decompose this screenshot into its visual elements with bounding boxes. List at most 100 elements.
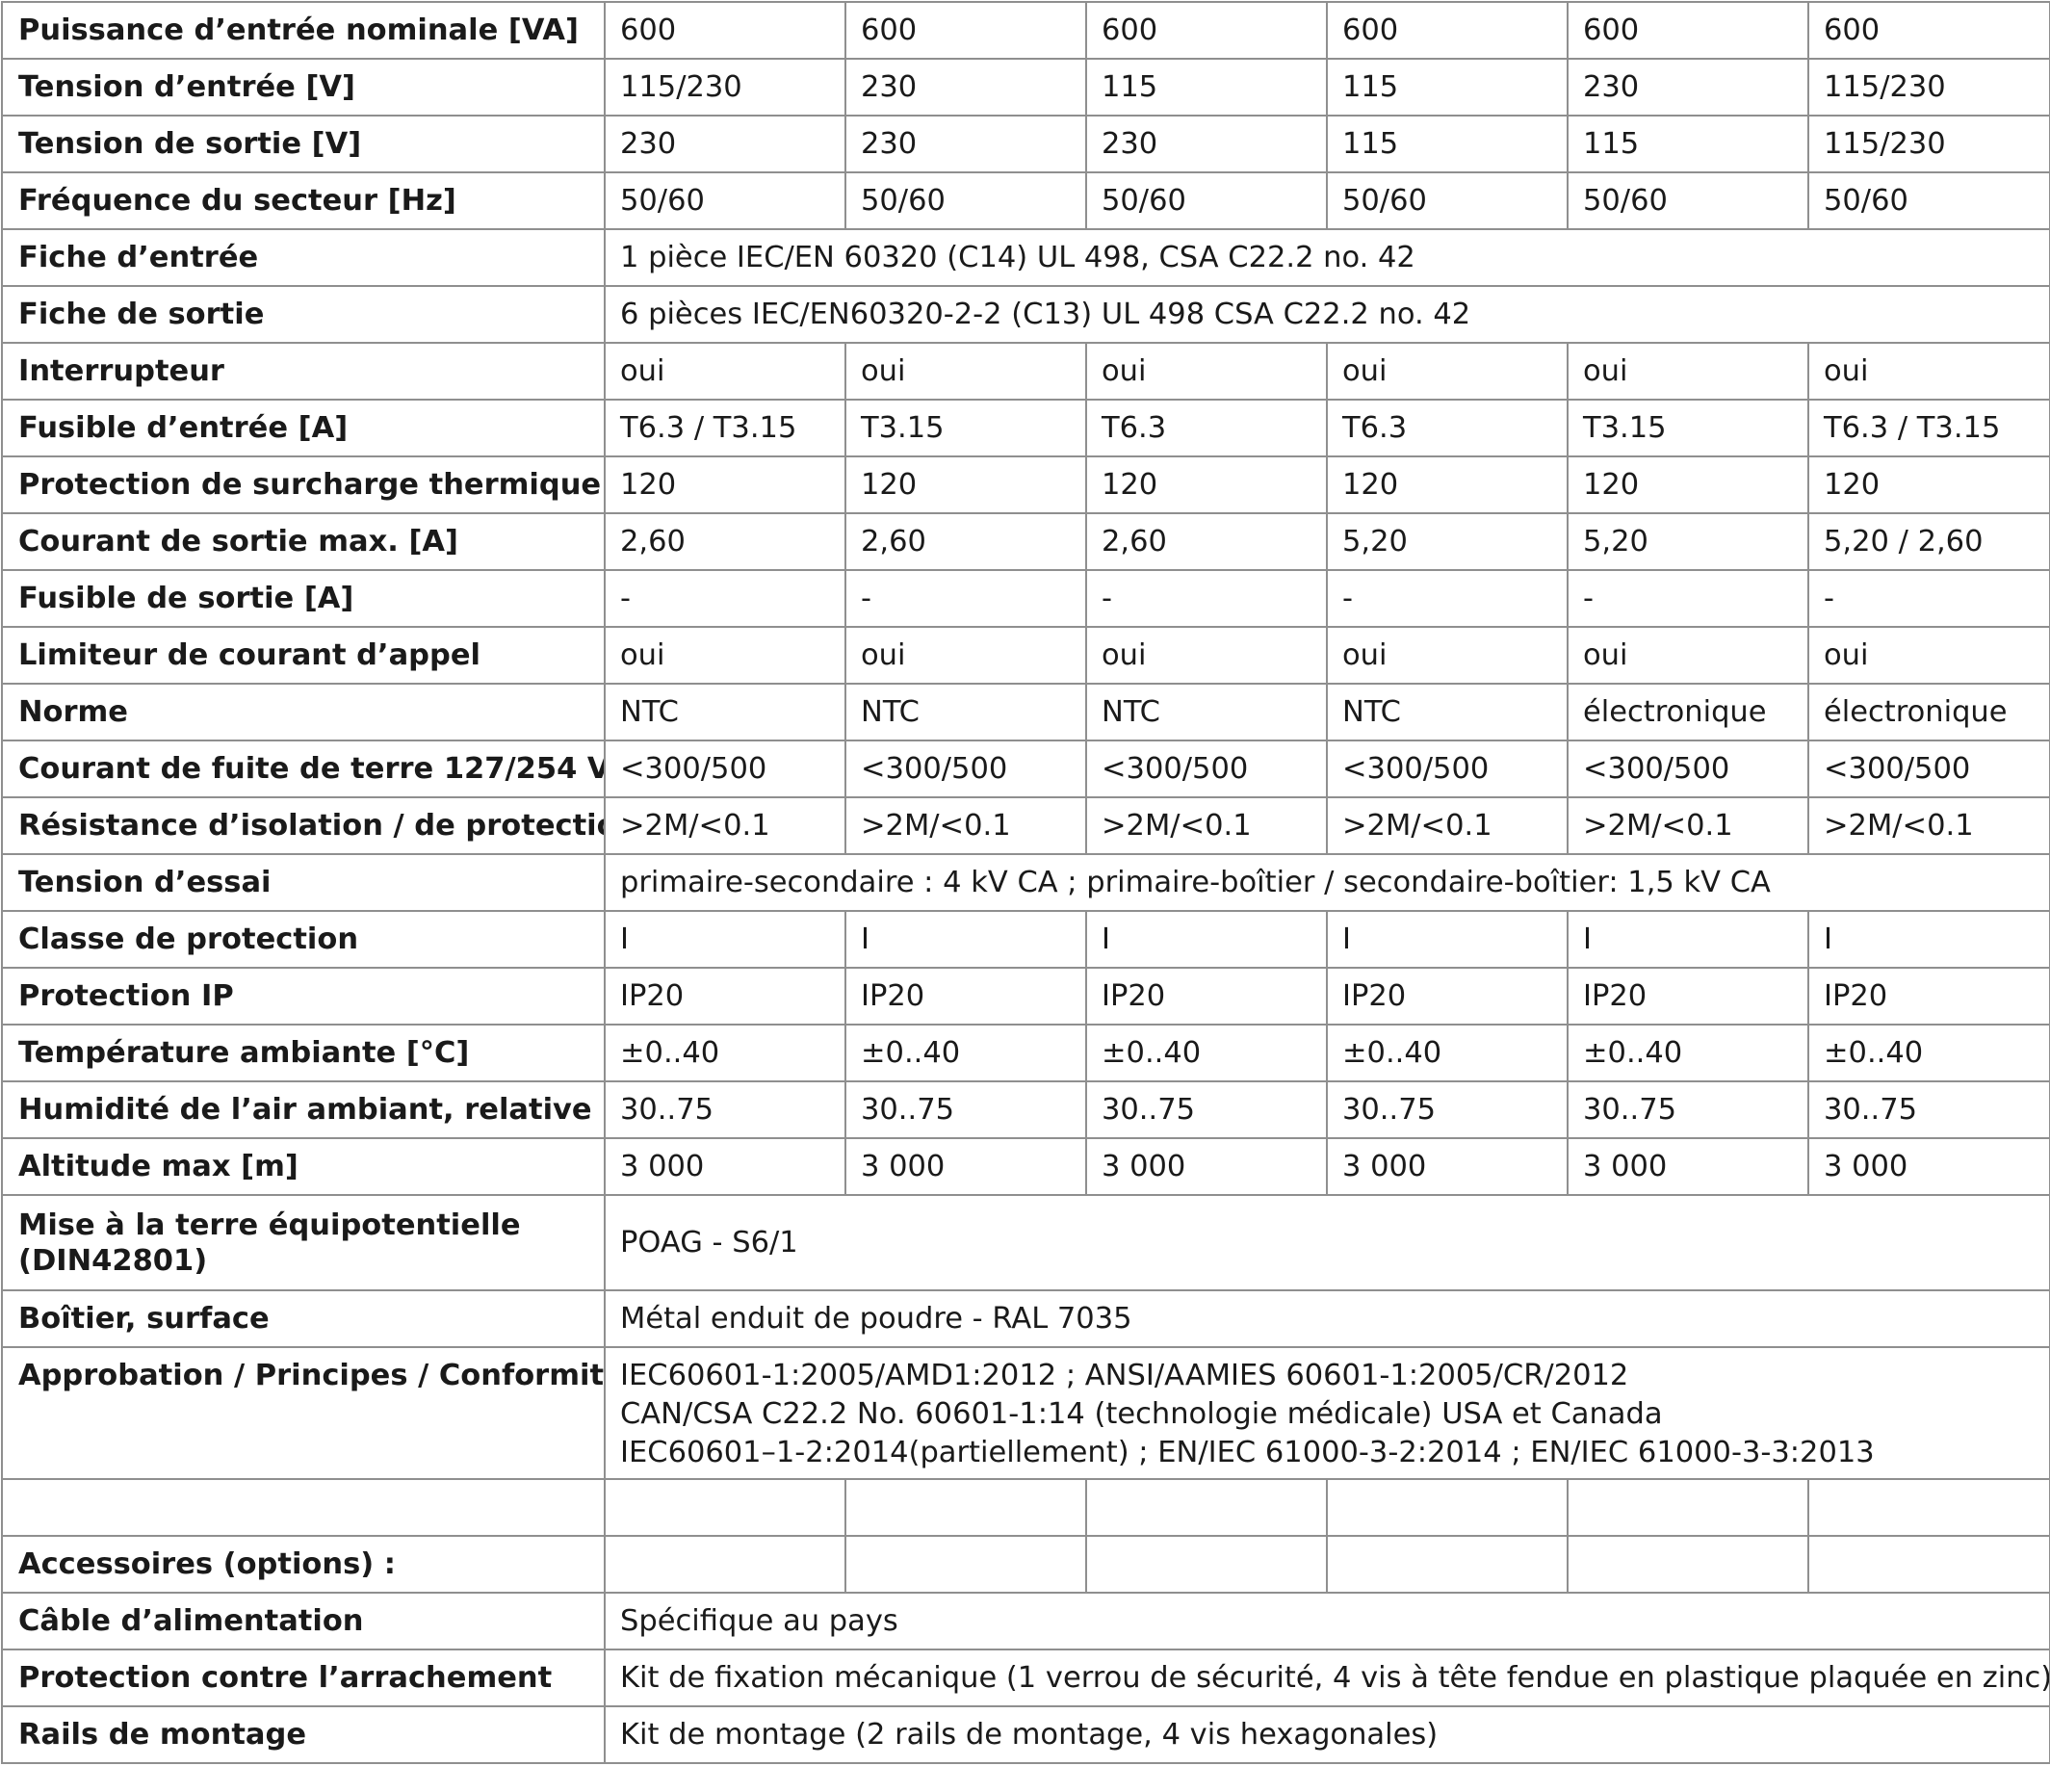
- table-cell: 120: [1326, 455, 1569, 514]
- table-cell: 230: [1567, 58, 1809, 117]
- table-cell-merged: Kit de fixation mécanique (1 verrou de s…: [604, 1649, 2050, 1707]
- table-cell: 120: [1567, 455, 1809, 514]
- table-cell: NTC: [604, 683, 846, 741]
- row-label: Fusible de sortie [A]: [1, 569, 606, 628]
- table-row: Protection contre l’arrachement Kit de f…: [1, 1649, 2050, 1707]
- row-label: [1, 1478, 606, 1537]
- table-cell: T6.3: [1326, 399, 1569, 457]
- table-cell: ±0..40: [1326, 1024, 1569, 1082]
- table-cell: [844, 1535, 1087, 1594]
- table-cell: électronique: [1567, 683, 1809, 741]
- table-cell: oui: [1326, 626, 1569, 685]
- row-label: Accessoires (options) :: [1, 1535, 606, 1594]
- row-label: Protection IP: [1, 967, 606, 1026]
- table-cell: >2M/<0.1: [1326, 796, 1569, 855]
- row-label: Tension de sortie [V]: [1, 115, 606, 173]
- table-cell: électronique: [1807, 683, 2050, 741]
- row-label: Fiche d’entrée: [1, 228, 606, 287]
- approval-line: IEC60601–1-2:2014(partiellement) ; EN/IE…: [620, 1436, 1875, 1469]
- row-label: Courant de fuite de terre 127/254 V [µA]: [1, 740, 606, 798]
- table-cell: [604, 1535, 846, 1594]
- table-cell: 600: [1326, 1, 1569, 60]
- table-cell: I: [604, 910, 846, 969]
- table-cell: 3 000: [604, 1137, 846, 1196]
- table-cell: 5,20: [1567, 512, 1809, 571]
- table-row: Limiteur de courant d’appel oui oui oui …: [1, 626, 2050, 685]
- approval-line: IEC60601-1:2005/AMD1:2012 ; ANSI/AAMIES …: [620, 1359, 1629, 1392]
- table-row: Câble d’alimentation Spécifique au pays: [1, 1592, 2050, 1650]
- table-cell: ±0..40: [1085, 1024, 1328, 1082]
- table-row: Protection de surcharge thermique [°C] 1…: [1, 455, 2050, 514]
- table-cell: 3 000: [1085, 1137, 1328, 1196]
- table-row: Résistance d’isolation / de protection […: [1, 796, 2050, 855]
- table-cell: [1567, 1535, 1809, 1594]
- row-label: Fusible d’entrée [A]: [1, 399, 606, 457]
- row-label: Température ambiante [°C]: [1, 1024, 606, 1082]
- table-cell: [1326, 1535, 1569, 1594]
- table-cell: 30..75: [844, 1080, 1087, 1139]
- table-cell: IP20: [1326, 967, 1569, 1026]
- table-cell: 115/230: [1807, 58, 2050, 117]
- table-cell: [1085, 1478, 1328, 1537]
- table-row: Fusible de sortie [A] - - - - - -: [1, 569, 2050, 628]
- table-cell: <300/500: [844, 740, 1087, 798]
- table-cell: oui: [844, 342, 1087, 401]
- table-row: Humidité de l’air ambiant, relative [%] …: [1, 1080, 2050, 1139]
- table-cell: -: [604, 569, 846, 628]
- row-label: Classe de protection: [1, 910, 606, 969]
- table-cell: >2M/<0.1: [1085, 796, 1328, 855]
- table-cell-merged: POAG - S6/1: [604, 1194, 2050, 1291]
- row-label: Mise à la terre équipotentielle (DIN4280…: [1, 1194, 606, 1291]
- table-cell: oui: [604, 342, 846, 401]
- table-cell: >2M/<0.1: [1567, 796, 1809, 855]
- table-cell: oui: [1085, 626, 1328, 685]
- table-cell: >2M/<0.1: [844, 796, 1087, 855]
- table-cell: I: [1807, 910, 2050, 969]
- table-cell: ±0..40: [1567, 1024, 1809, 1082]
- table-cell: I: [1326, 910, 1569, 969]
- table-cell: <300/500: [604, 740, 846, 798]
- table-cell: oui: [1807, 342, 2050, 401]
- table-cell-merged: IEC60601-1:2005/AMD1:2012 ; ANSI/AAMIES …: [604, 1346, 2050, 1480]
- table-cell: [604, 1478, 846, 1537]
- table-cell: T6.3: [1085, 399, 1328, 457]
- table-cell: 120: [844, 455, 1087, 514]
- specifications-table: Puissance d’entrée nominale [VA] 600 600…: [1, 1, 2050, 1764]
- table-cell: -: [1807, 569, 2050, 628]
- row-label: Tension d’essai: [1, 853, 606, 912]
- table-cell: 230: [844, 58, 1087, 117]
- table-row: Boîtier, surface Métal enduit de poudre …: [1, 1289, 2050, 1348]
- table-cell: IP20: [1085, 967, 1328, 1026]
- table-cell: 5,20: [1326, 512, 1569, 571]
- table-cell: ±0..40: [604, 1024, 846, 1082]
- table-cell: [1807, 1478, 2050, 1537]
- table-cell: oui: [1567, 626, 1809, 685]
- table-cell: 115/230: [1807, 115, 2050, 173]
- table-cell: I: [1085, 910, 1328, 969]
- table-cell: [1326, 1478, 1569, 1537]
- table-row: Tension d’entrée [V] 115/230 230 115 115…: [1, 58, 2050, 117]
- table-cell: 3 000: [1807, 1137, 2050, 1196]
- table-cell: 120: [1085, 455, 1328, 514]
- table-cell: 3 000: [844, 1137, 1087, 1196]
- table-cell-merged: Spécifique au pays: [604, 1592, 2050, 1650]
- table-cell: 3 000: [1567, 1137, 1809, 1196]
- table-row: Tension de sortie [V] 230 230 230 115 11…: [1, 115, 2050, 173]
- table-cell: 115: [1326, 115, 1569, 173]
- table-cell: 3 000: [1326, 1137, 1569, 1196]
- table-cell: [1085, 1535, 1328, 1594]
- table-cell: <300/500: [1807, 740, 2050, 798]
- table-cell: IP20: [604, 967, 846, 1026]
- table-row: Protection IP IP20 IP20 IP20 IP20 IP20 I…: [1, 967, 2050, 1026]
- table-row: Interrupteur oui oui oui oui oui oui: [1, 342, 2050, 401]
- table-row: Courant de fuite de terre 127/254 V [µA]…: [1, 740, 2050, 798]
- table-cell-merged: 1 pièce IEC/EN 60320 (C14) UL 498, CSA C…: [604, 228, 2050, 287]
- row-label: Norme: [1, 683, 606, 741]
- table-cell: IP20: [1567, 967, 1809, 1026]
- table-cell: [1567, 1478, 1809, 1537]
- table-cell-merged: Métal enduit de poudre - RAL 7035: [604, 1289, 2050, 1348]
- table-row: Tension d’essai primaire-secondaire : 4 …: [1, 853, 2050, 912]
- row-label: Résistance d’isolation / de protection […: [1, 796, 606, 855]
- table-cell: oui: [604, 626, 846, 685]
- table-cell-merged: 6 pièces IEC/EN60320-2-2 (C13) UL 498 CS…: [604, 285, 2050, 344]
